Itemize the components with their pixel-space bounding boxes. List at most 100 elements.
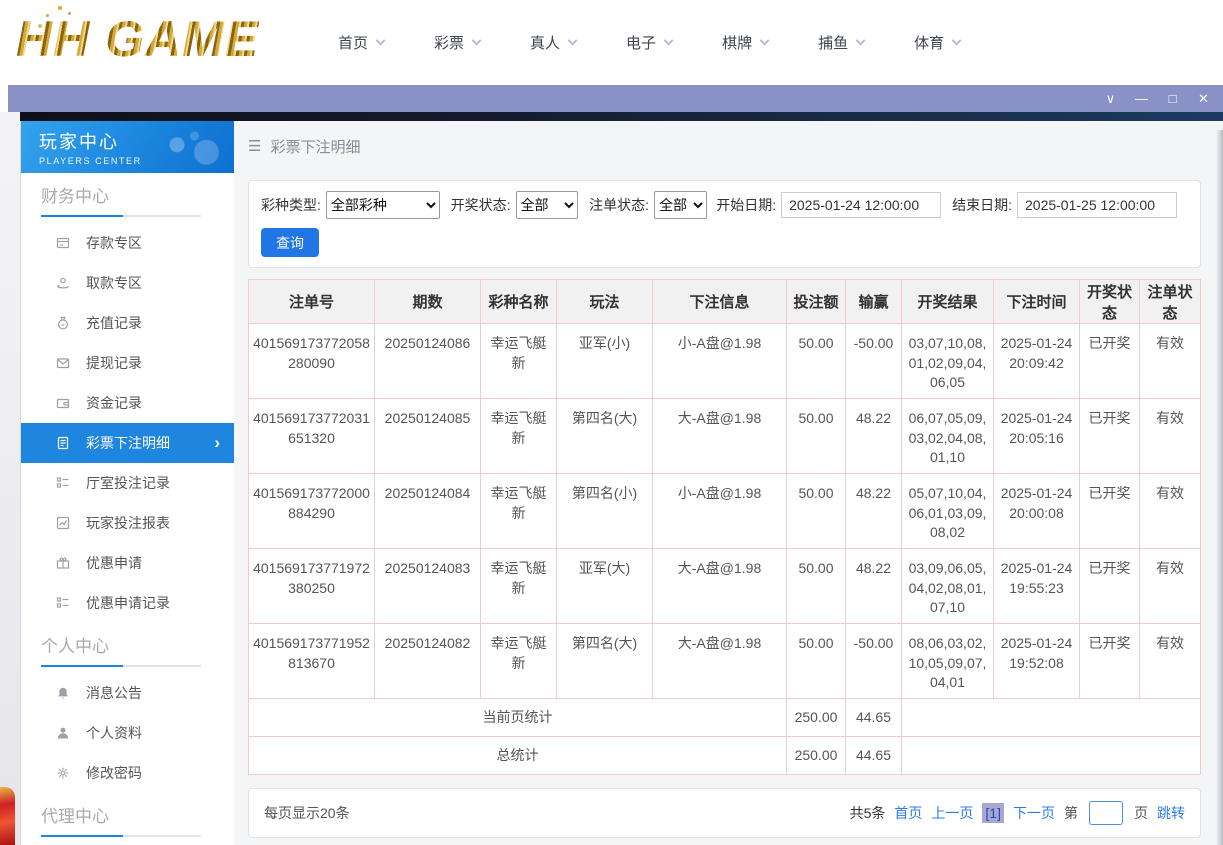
column-header: 注单状态 — [1139, 279, 1201, 324]
first-page-link[interactable]: 首页 — [894, 803, 922, 823]
sidebar-item-2-1[interactable]: 消息公告 — [21, 673, 234, 713]
sidebar-item-1-8[interactable]: 玩家投注报表 — [21, 503, 234, 543]
table-cell: -50.00 — [845, 323, 902, 399]
logo-confetti-dot — [58, 6, 62, 10]
deposit-icon — [55, 235, 71, 251]
table-cell: 幸运飞艇新 — [480, 623, 557, 699]
window-menu-button[interactable]: ∨ — [1095, 85, 1126, 112]
next-page-link[interactable]: 下一页 — [1013, 803, 1055, 823]
table-cell: 第四名(大) — [556, 623, 653, 699]
table-cell: 大-A盘@1.98 — [652, 398, 787, 474]
table-cell: 有效 — [1139, 623, 1201, 699]
sidebar-item-label: 玩家投注报表 — [86, 515, 170, 531]
sidebar-item-label: 取款专区 — [86, 275, 142, 291]
section-title-2: 个人中心 — [41, 637, 109, 656]
sidebar-item-2-3[interactable]: 修改密码 — [21, 753, 234, 793]
table-cell: 48.22 — [845, 398, 902, 474]
current-page-indicator[interactable]: [1] — [982, 803, 1004, 823]
summary-win-loss: 44.65 — [845, 698, 902, 737]
search-button[interactable]: 查询 — [261, 228, 319, 257]
sidebar-header: 玩家中心 PLAYERS CENTER — [21, 121, 234, 173]
lottery-type-select[interactable]: 全部彩种 — [325, 191, 440, 219]
nav-item-label: 首页 — [338, 35, 369, 52]
logo-text: HH GAME — [16, 11, 260, 67]
withdraw-icon — [55, 275, 71, 291]
start-date-label: 开始日期: — [716, 197, 777, 213]
draw-status-select[interactable]: 全部 — [515, 191, 579, 219]
sidebar-item-1-9[interactable]: 优惠申请 — [21, 543, 234, 583]
logo-confetti-dot — [38, 24, 42, 28]
withdrawal-records-icon — [55, 355, 71, 371]
nav-item-3[interactable]: 真人 — [530, 32, 578, 53]
promo-apply-icon — [55, 555, 71, 571]
window-close-button[interactable]: ✕ — [1188, 85, 1219, 112]
sidebar-item-1-2[interactable]: 取款专区 — [21, 263, 234, 303]
desktop-background — [0, 112, 20, 845]
column-header: 注单号 — [248, 279, 375, 324]
column-header: 输赢 — [845, 279, 902, 324]
sidebar-item-1-6[interactable]: 彩票下注明细 › — [21, 423, 234, 463]
hamburger-icon[interactable]: ☰ — [248, 137, 261, 155]
sidebar-item-1-3[interactable]: 充值记录 — [21, 303, 234, 343]
draw-status-label: 开奖状态: — [450, 197, 511, 213]
table-cell: 50.00 — [786, 473, 846, 549]
sidebar-item-label: 优惠申请 — [86, 555, 142, 571]
sidebar-item-label: 个人资料 — [86, 725, 142, 741]
table-row: 401569173772031651320 20250124085 幸运飞艇新 第四名… — [248, 398, 1201, 474]
table-cell: 48.22 — [845, 548, 902, 624]
funds-records-icon — [55, 395, 71, 411]
start-date-input[interactable] — [781, 192, 942, 218]
top-bar: HH GAME 首页 彩票 真人 电子 棋牌 捕鱼 体育 — [0, 0, 1223, 85]
window-maximize-button[interactable]: □ — [1157, 85, 1188, 112]
jump-page-input[interactable] — [1089, 801, 1123, 825]
table-cell: 已开奖 — [1079, 548, 1140, 624]
prev-page-link[interactable]: 上一页 — [931, 803, 973, 823]
sidebar-item-label: 厅室投注记录 — [86, 475, 170, 491]
sidebar-item-1-7[interactable]: 厅室投注记录 — [21, 463, 234, 503]
table-cell: -50.00 — [845, 623, 902, 699]
table-cell: 亚军(小) — [556, 323, 653, 399]
jump-button[interactable]: 跳转 — [1157, 803, 1185, 823]
bell-icon — [55, 685, 71, 701]
active-item-arrow-icon: › — [214, 433, 220, 452]
sidebar-item-1-10[interactable]: 优惠申请记录 — [21, 583, 234, 623]
nav-item-1[interactable]: 首页 — [338, 32, 386, 53]
sidebar-item-1-1[interactable]: 存款专区 — [21, 223, 234, 263]
window-minimize-button[interactable]: — — [1126, 85, 1157, 112]
table-cell: 已开奖 — [1079, 398, 1140, 474]
summary-win-loss: 44.65 — [845, 736, 902, 775]
section-title-3: 代理中心 — [41, 807, 109, 826]
table-cell: 有效 — [1139, 548, 1201, 624]
nav-item-4[interactable]: 电子 — [626, 32, 674, 53]
logo-confetti-dot — [46, 14, 49, 17]
table-cell: 幸运飞艇新 — [480, 548, 557, 624]
table-cell: 幸运飞艇新 — [480, 323, 557, 399]
end-date-input[interactable] — [1017, 192, 1177, 218]
chevron-down-icon — [471, 35, 482, 46]
sidebar-item-label: 提现记录 — [86, 355, 142, 371]
column-header: 下注时间 — [993, 279, 1080, 324]
nav-item-label: 真人 — [530, 35, 561, 52]
chevron-down-icon — [855, 35, 866, 46]
table-cell: 幸运飞艇新 — [480, 398, 557, 474]
sidebar-item-1-4[interactable]: 提现记录 — [21, 343, 234, 383]
person-icon — [55, 725, 71, 741]
table-cell: 401569173772031651320 — [248, 398, 375, 474]
nav-item-6[interactable]: 捕鱼 — [818, 32, 866, 53]
nav-item-7[interactable]: 体育 — [914, 32, 962, 53]
column-header: 彩种名称 — [480, 279, 557, 324]
summary-empty-cell — [901, 698, 1201, 737]
nav-item-2[interactable]: 彩票 — [434, 32, 482, 53]
chevron-down-icon — [567, 35, 578, 46]
filter-panel: 彩种类型: 全部彩种 开奖状态: 全部 注单状态: 全部 开始日期: 2025-… — [248, 180, 1201, 268]
sidebar-item-label: 资金记录 — [86, 395, 142, 411]
page-size-text: 每页显示20条 — [264, 805, 350, 821]
table-cell: 2025-01-24 20:05:16 — [993, 398, 1080, 474]
summary-label: 总统计 — [248, 736, 787, 775]
table-row: 401569173771972380250 20250124083 幸运飞艇新 亚军(… — [248, 548, 1201, 624]
order-status-select[interactable]: 全部 — [654, 191, 708, 219]
jump-prefix-text: 第 — [1064, 805, 1078, 821]
nav-item-5[interactable]: 棋牌 — [722, 32, 770, 53]
sidebar-item-2-2[interactable]: 个人资料 — [21, 713, 234, 753]
sidebar-item-1-5[interactable]: 资金记录 — [21, 383, 234, 423]
